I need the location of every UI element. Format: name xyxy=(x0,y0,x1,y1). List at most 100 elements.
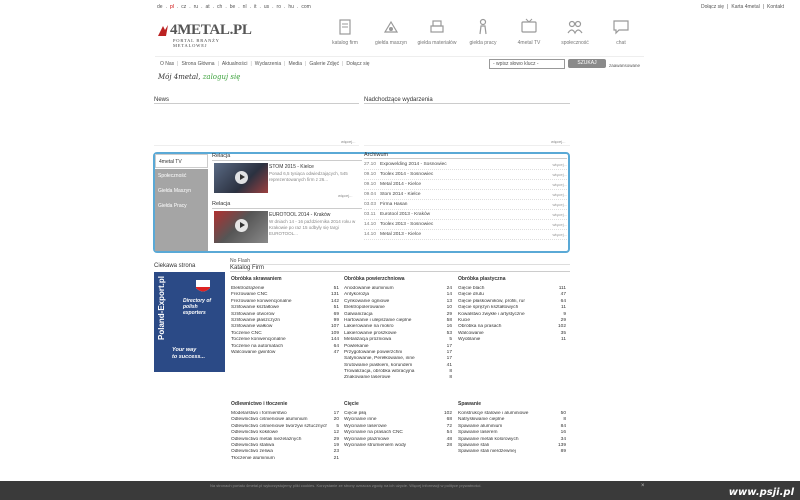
close-icon[interactable]: × xyxy=(641,483,645,489)
subnav-media[interactable]: Media xyxy=(288,61,302,67)
category-row[interactable]: Wycinanie strumieniem wody 28 xyxy=(344,443,452,449)
subnav-about[interactable]: O Nas xyxy=(160,61,174,67)
archive-name[interactable]: Metal 2014 - Kielce xyxy=(380,182,553,187)
tab-community[interactable]: Społeczność xyxy=(155,169,208,183)
archive-row[interactable]: 09.10 Metal 2014 - Kielce więcej... xyxy=(364,180,567,190)
category-row[interactable]: Walcowanie gwintów 47 xyxy=(231,350,339,356)
site-logo[interactable]: 4METAL.PL PORTAL BRANŻY METALOWEJ xyxy=(157,22,252,48)
language-hu[interactable]: hu xyxy=(288,4,294,10)
category-header[interactable]: Obróbka powierzchniowa xyxy=(344,276,452,282)
events-more-link[interactable]: więcej... xyxy=(551,139,565,144)
archive-row[interactable]: 14.10 Toolex 2013 - Sosnowiec więcej... xyxy=(364,220,567,230)
language-ch[interactable]: ch xyxy=(217,4,222,10)
archive-more-link[interactable]: więcej... xyxy=(553,222,567,227)
nav-catalog[interactable]: katalog firm xyxy=(322,17,368,46)
archive-name[interactable]: Firma Hasan xyxy=(380,202,553,207)
archive-more-link[interactable]: więcej... xyxy=(553,192,567,197)
archive-row[interactable]: 03.11 Eurotool 2013 - Kraków więcej... xyxy=(364,210,567,220)
archive-name[interactable]: Toolex 2013 - Sosnowiec xyxy=(380,222,553,227)
relacja-title[interactable]: STOM 2015 - Kielce xyxy=(269,164,314,170)
language-com[interactable]: com xyxy=(301,4,310,10)
archive-name[interactable]: Expowelding 2014 - Sosnowiec xyxy=(380,162,553,167)
archive-more-link[interactable]: więcej... xyxy=(553,162,567,167)
search-button[interactable]: SZUKAJ xyxy=(568,59,606,68)
language-be[interactable]: be xyxy=(230,4,236,10)
video-thumbnail[interactable] xyxy=(214,211,268,243)
play-icon[interactable] xyxy=(235,219,248,232)
archive-name[interactable]: Eurotool 2013 - Kraków xyxy=(380,212,553,217)
category-name[interactable]: Wyoblanie xyxy=(458,337,554,343)
category-header[interactable]: Obróbka skrawaniem xyxy=(231,276,339,282)
nav-job-market[interactable]: giełda pracy xyxy=(460,17,506,46)
tab-machine-market[interactable]: Giełda Maszyn xyxy=(155,184,208,198)
language-nl[interactable]: nl xyxy=(243,4,247,10)
relacja-header: Relacja xyxy=(212,201,362,209)
archive-row[interactable]: 03.03 Firma Hasan więcej... xyxy=(364,200,567,210)
category-header[interactable]: Spawanie xyxy=(458,401,566,407)
archive-more-link[interactable]: więcej... xyxy=(553,182,567,187)
subnav-home[interactable]: Strona Główna xyxy=(181,61,214,67)
archive-more-link[interactable]: więcej... xyxy=(553,172,567,177)
category-row[interactable]: Spawanie stali nierdzewnej 89 xyxy=(458,449,566,455)
relacja-more-link[interactable]: więcej... xyxy=(338,193,352,198)
tab-job-market[interactable]: Giełda Pracy xyxy=(155,199,208,213)
language-us[interactable]: us xyxy=(264,4,269,10)
archive-row[interactable]: 09.10 Toolex 2014 - Sosnowiec więcej... xyxy=(364,170,567,180)
category-header[interactable]: Odlewnictwo i tłoczenie xyxy=(231,401,339,407)
video-thumbnail[interactable] xyxy=(214,163,268,193)
archive-more-link[interactable]: więcej... xyxy=(553,212,567,217)
nav-materials-market[interactable]: giełda materiałów xyxy=(414,17,460,46)
archive-row[interactable]: 27.10 Expowelding 2014 - Sosnowiec więcej.… xyxy=(364,160,567,170)
language-de[interactable]: de xyxy=(157,4,163,10)
nav-community[interactable]: społeczność xyxy=(552,17,598,46)
category-row[interactable]: Wyoblanie 11 xyxy=(458,337,566,343)
nav-chat[interactable]: chat xyxy=(598,17,644,46)
archive-more-link[interactable]: więcej... xyxy=(553,202,567,207)
category-name[interactable]: Wycinanie strumieniem wody xyxy=(344,443,440,449)
nav-machine-market[interactable]: giełda maszyn xyxy=(368,17,414,46)
language-cz[interactable]: cz xyxy=(181,4,186,10)
category-row[interactable]: Znakowanie laserowe 8 xyxy=(344,375,452,381)
archive-row[interactable]: 14.10 Metal 2013 - Kielce więcej... xyxy=(364,230,567,240)
play-icon[interactable] xyxy=(235,171,248,184)
category-name[interactable]: Spawanie stali nierdzewnej xyxy=(458,449,554,455)
archive-name[interactable]: Stom 2014 - Kielce xyxy=(380,192,553,197)
subnav-events[interactable]: Wydarzenia xyxy=(255,61,281,67)
language-ro[interactable]: ro xyxy=(277,4,281,10)
category-name[interactable]: Tłoczenie aluminium xyxy=(231,456,327,462)
subnav-news[interactable]: Aktualności xyxy=(222,61,248,67)
join-link[interactable]: Dołącz się xyxy=(701,4,724,10)
archive-row[interactable]: 09.04 Stom 2014 - Kielce więcej... xyxy=(364,190,567,200)
tab-4metal-tv[interactable]: 4metal TV xyxy=(155,154,208,168)
card-link[interactable]: Karta 4metal xyxy=(731,4,759,10)
contact-link[interactable]: Kontakt xyxy=(767,4,784,10)
language-it[interactable]: it xyxy=(254,4,257,10)
logo-subtitle: PORTAL BRANŻY METALOWEJ xyxy=(173,38,220,48)
relacja-title[interactable]: EUROTOOL 2014 - Kraków xyxy=(269,212,330,218)
news-divider xyxy=(154,145,359,146)
category-name[interactable]: Walcowanie gwintów xyxy=(231,350,327,356)
login-link[interactable]: zaloguj się xyxy=(203,73,241,81)
poland-export-banner[interactable]: Poland-Export.pl Directory of polish exp… xyxy=(154,272,225,372)
language-at[interactable]: at xyxy=(205,4,209,10)
category-count: 21 xyxy=(333,455,339,461)
category-count: 11 xyxy=(561,337,566,343)
subnav-join[interactable]: Dołącz się xyxy=(346,61,369,67)
subnav-galleries[interactable]: Galerie Zdjęć xyxy=(309,61,339,67)
category-row[interactable]: Tłoczenie aluminium 21 xyxy=(231,456,339,462)
category-name[interactable]: Znakowanie laserowe xyxy=(344,375,440,381)
category-header[interactable]: Cięcie xyxy=(344,401,452,407)
category-header[interactable]: Obróbka plastyczna xyxy=(458,276,566,282)
nav-tv[interactable]: 4metal TV xyxy=(506,17,552,46)
archive-more-link[interactable]: więcej... xyxy=(553,232,567,237)
community-icon xyxy=(567,20,583,35)
search-input[interactable]: - wpisz słowo klucz - xyxy=(489,59,565,69)
archive-name[interactable]: Toolex 2014 - Sosnowiec xyxy=(380,172,553,177)
news-more-link[interactable]: więcej... xyxy=(341,139,355,144)
archive-name[interactable]: Metal 2013 - Kielce xyxy=(380,232,553,237)
advanced-search-link[interactable]: zaawansowane xyxy=(609,63,640,68)
my-4metal-link[interactable]: Mój 4metal xyxy=(158,73,198,81)
language-pl[interactable]: pl xyxy=(170,4,174,10)
tv-icon xyxy=(521,18,537,33)
language-ru[interactable]: ru xyxy=(194,4,198,10)
